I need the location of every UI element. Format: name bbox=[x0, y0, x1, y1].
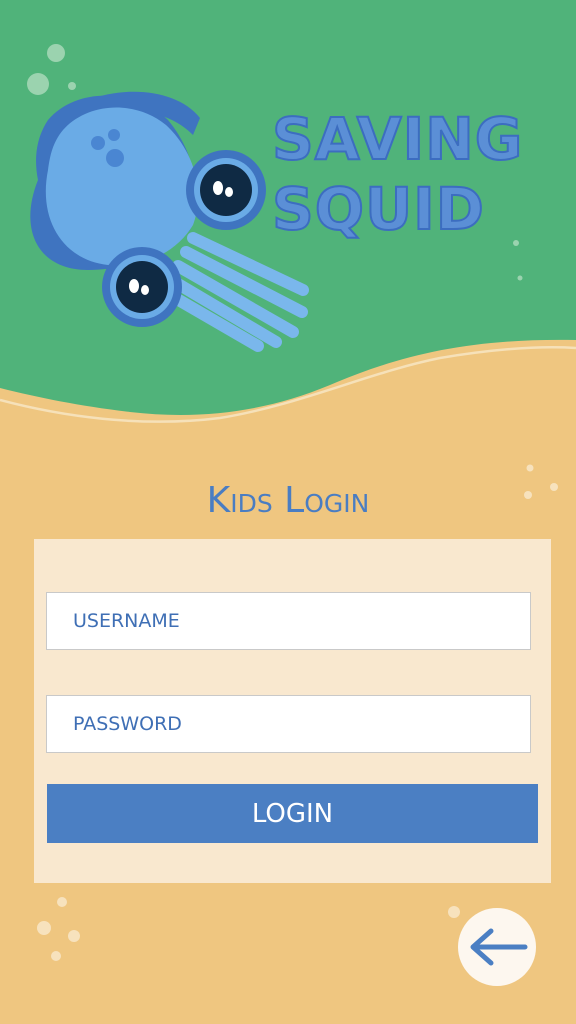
login-screen: SAVING SQUID Kids Login LOGIN bbox=[0, 0, 576, 1024]
login-button[interactable]: LOGIN bbox=[47, 784, 538, 843]
app-title-line1: SAVING bbox=[271, 104, 524, 174]
squid-eye-right bbox=[186, 150, 266, 230]
back-button[interactable] bbox=[458, 908, 536, 986]
squid-eye-left bbox=[102, 247, 182, 327]
app-title-line2: SQUID bbox=[271, 174, 485, 244]
login-heading: Kids Login bbox=[206, 480, 370, 521]
password-input[interactable] bbox=[46, 695, 531, 753]
login-panel: LOGIN bbox=[34, 539, 551, 883]
app-title: SAVING SQUID bbox=[271, 104, 562, 244]
username-input[interactable] bbox=[46, 592, 531, 650]
arrow-left-icon bbox=[470, 928, 528, 966]
